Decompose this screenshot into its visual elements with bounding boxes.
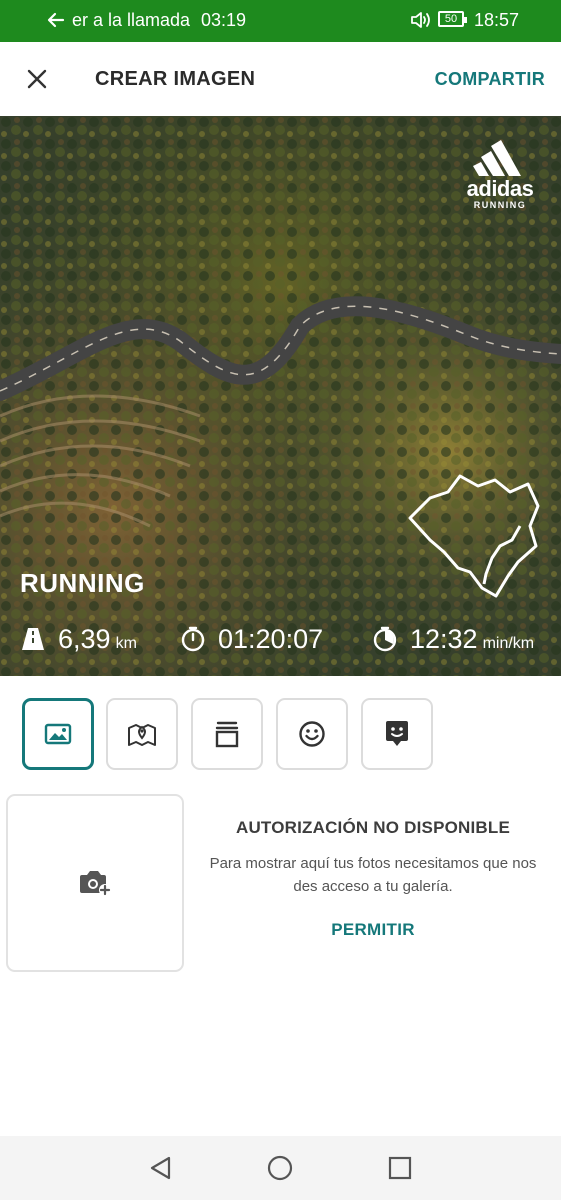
nav-recents-icon[interactable] (386, 1154, 414, 1182)
sport-label: RUNNING (20, 568, 145, 598)
stopwatch-icon (181, 626, 205, 652)
adidas-stripes-icon (473, 140, 521, 176)
stats-row: 6,39 km 01:20:07 12:32 min/km (0, 616, 561, 666)
battery-icon: 50 (438, 11, 467, 27)
pace-value: 12:32 (410, 624, 478, 654)
permission-body: Para mostrar aquí tus fotos necesitamos … (209, 855, 537, 895)
pace-unit: min/km (482, 635, 535, 652)
distance-value: 6,39 (58, 624, 111, 654)
status-bar: er a la llamada 03:19 50 18:57 (0, 0, 561, 42)
duration-value: 01:20:07 (218, 624, 324, 654)
route-map-icon (408, 474, 540, 598)
share-image-preview: adidas RUNNING RUNNING 6,39 km 01:20:07 (0, 116, 561, 676)
call-duration: 03:19 (201, 10, 247, 30)
emoji-tool-button[interactable] (276, 698, 348, 770)
close-icon[interactable] (22, 64, 52, 94)
call-text[interactable]: er a la llamada (72, 10, 190, 31)
sticker-icon (386, 721, 408, 746)
smiley-icon (299, 721, 325, 747)
duration-stat: 01:20:07 (218, 624, 323, 655)
image-tool-button[interactable] (22, 698, 94, 770)
map-pin-icon (128, 724, 156, 746)
adidas-logo: adidas RUNNING (457, 134, 543, 224)
add-photo-icon (80, 871, 111, 896)
pace-stat: 12:32 min/km (410, 624, 534, 655)
distance-unit: km (115, 635, 137, 652)
sticker-tool-button[interactable] (361, 698, 433, 770)
clock: 18:57 (474, 10, 520, 30)
nav-back-icon[interactable] (147, 1154, 175, 1182)
back-arrow-icon[interactable] (46, 9, 66, 31)
share-button[interactable]: COMPARTIR (435, 69, 545, 90)
gallery-add-photo-tile[interactable] (6, 794, 184, 972)
volume-icon (411, 12, 430, 28)
distance-stat: 6,39 km (58, 624, 137, 655)
permission-message: AUTORIZACIÓN NO DISPONIBLE Para mostrar … (205, 818, 541, 940)
pace-icon (373, 626, 397, 652)
editor-tool-row (0, 698, 561, 774)
map-tool-button[interactable] (106, 698, 178, 770)
road-icon (22, 628, 44, 650)
permission-heading: AUTORIZACIÓN NO DISPONIBLE (235, 818, 511, 837)
layers-tool-button[interactable] (191, 698, 263, 770)
app-bar: CREAR IMAGEN COMPARTIR (0, 42, 561, 116)
brand-sub: RUNNING (473, 200, 527, 210)
page-title: CREAR IMAGEN (95, 68, 256, 90)
nav-home-icon[interactable] (266, 1154, 294, 1182)
allow-button[interactable]: PERMITIR (331, 920, 415, 940)
system-nav-bar (0, 1136, 561, 1200)
brand-name: adidas (466, 176, 534, 201)
layers-icon (215, 721, 239, 748)
image-icon (44, 723, 72, 745)
